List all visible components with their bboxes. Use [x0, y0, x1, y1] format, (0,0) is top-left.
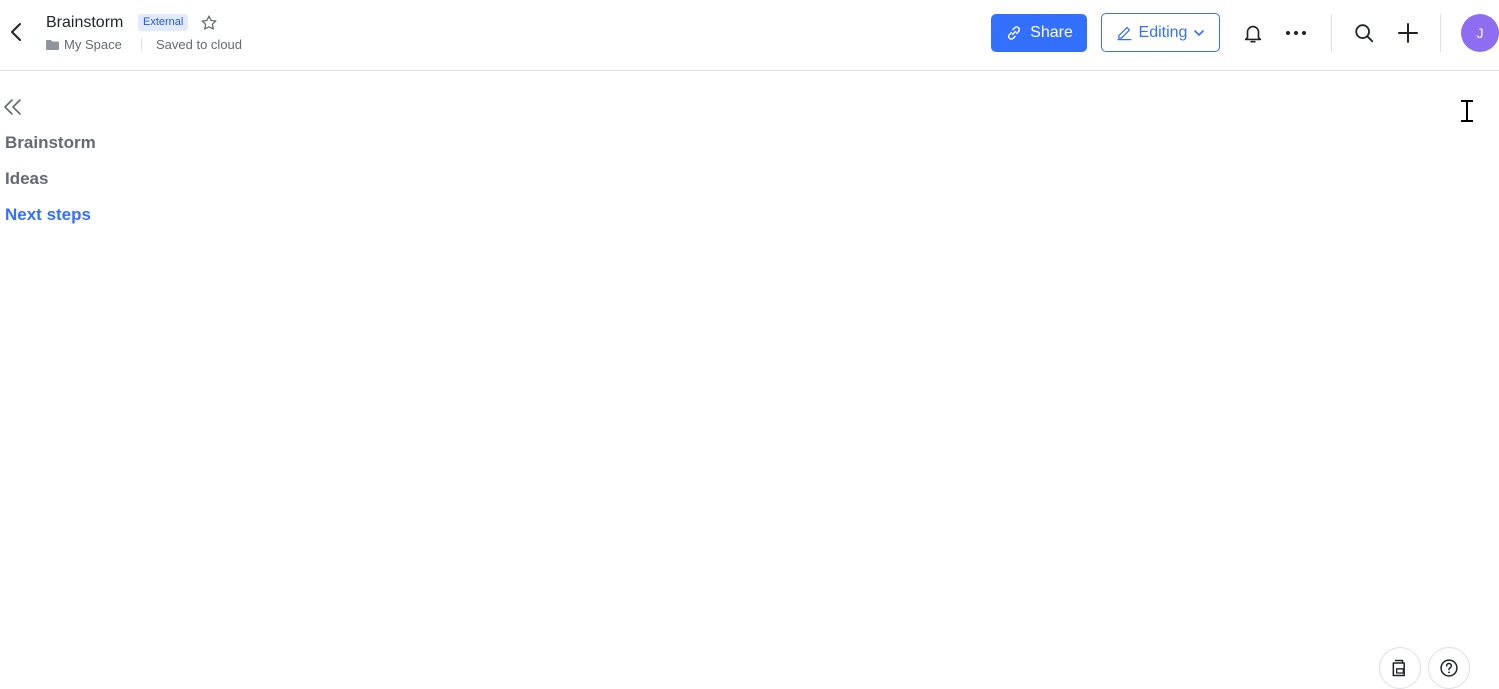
toolbar-divider — [1440, 14, 1441, 52]
avatar[interactable]: J — [1461, 14, 1499, 52]
link-icon — [1008, 26, 1021, 40]
outline-item-ideas[interactable]: Ideas — [5, 169, 48, 189]
document-info-button[interactable] — [1379, 647, 1421, 689]
more-horizontal-icon — [1286, 31, 1306, 35]
document-info-icon — [1392, 659, 1405, 677]
star-outline-icon — [201, 14, 217, 30]
divider — [141, 38, 142, 51]
toolbar-divider — [1331, 14, 1332, 52]
editing-label: Editing — [1138, 23, 1188, 41]
plus-icon — [1398, 23, 1418, 43]
editing-mode-button[interactable]: Editing — [1101, 13, 1220, 52]
outline-item-next-steps[interactable]: Next steps — [5, 205, 91, 225]
more-button[interactable] — [1281, 18, 1311, 48]
bell-icon — [1244, 25, 1262, 43]
text-cursor-icon — [1460, 100, 1474, 122]
folder-icon — [46, 40, 59, 50]
double-chevron-left-icon — [4, 99, 21, 115]
favorite-button[interactable] — [199, 13, 219, 32]
location-link[interactable]: My Space — [64, 37, 122, 53]
chevron-left-icon — [11, 23, 21, 41]
create-button[interactable] — [1393, 18, 1423, 48]
external-badge: External — [138, 14, 189, 31]
chevron-down-icon — [1194, 29, 1205, 36]
pencil-icon — [1117, 26, 1132, 41]
share-label: Share — [1030, 24, 1073, 41]
collapse-outline-button[interactable] — [2, 96, 24, 118]
help-circle-icon — [1440, 659, 1458, 677]
save-status: Saved to cloud — [156, 37, 243, 52]
share-button[interactable]: Share — [991, 14, 1087, 52]
search-button[interactable] — [1349, 18, 1379, 48]
outline-item-brainstorm[interactable]: Brainstorm — [5, 133, 96, 153]
notifications-button[interactable] — [1238, 18, 1268, 48]
top-bar: Brainstorm External My Space Saved to cl… — [0, 0, 1499, 71]
help-button[interactable] — [1428, 647, 1470, 689]
document-title[interactable]: Brainstorm — [46, 14, 123, 32]
search-icon — [1355, 24, 1374, 43]
back-button[interactable] — [4, 19, 28, 45]
